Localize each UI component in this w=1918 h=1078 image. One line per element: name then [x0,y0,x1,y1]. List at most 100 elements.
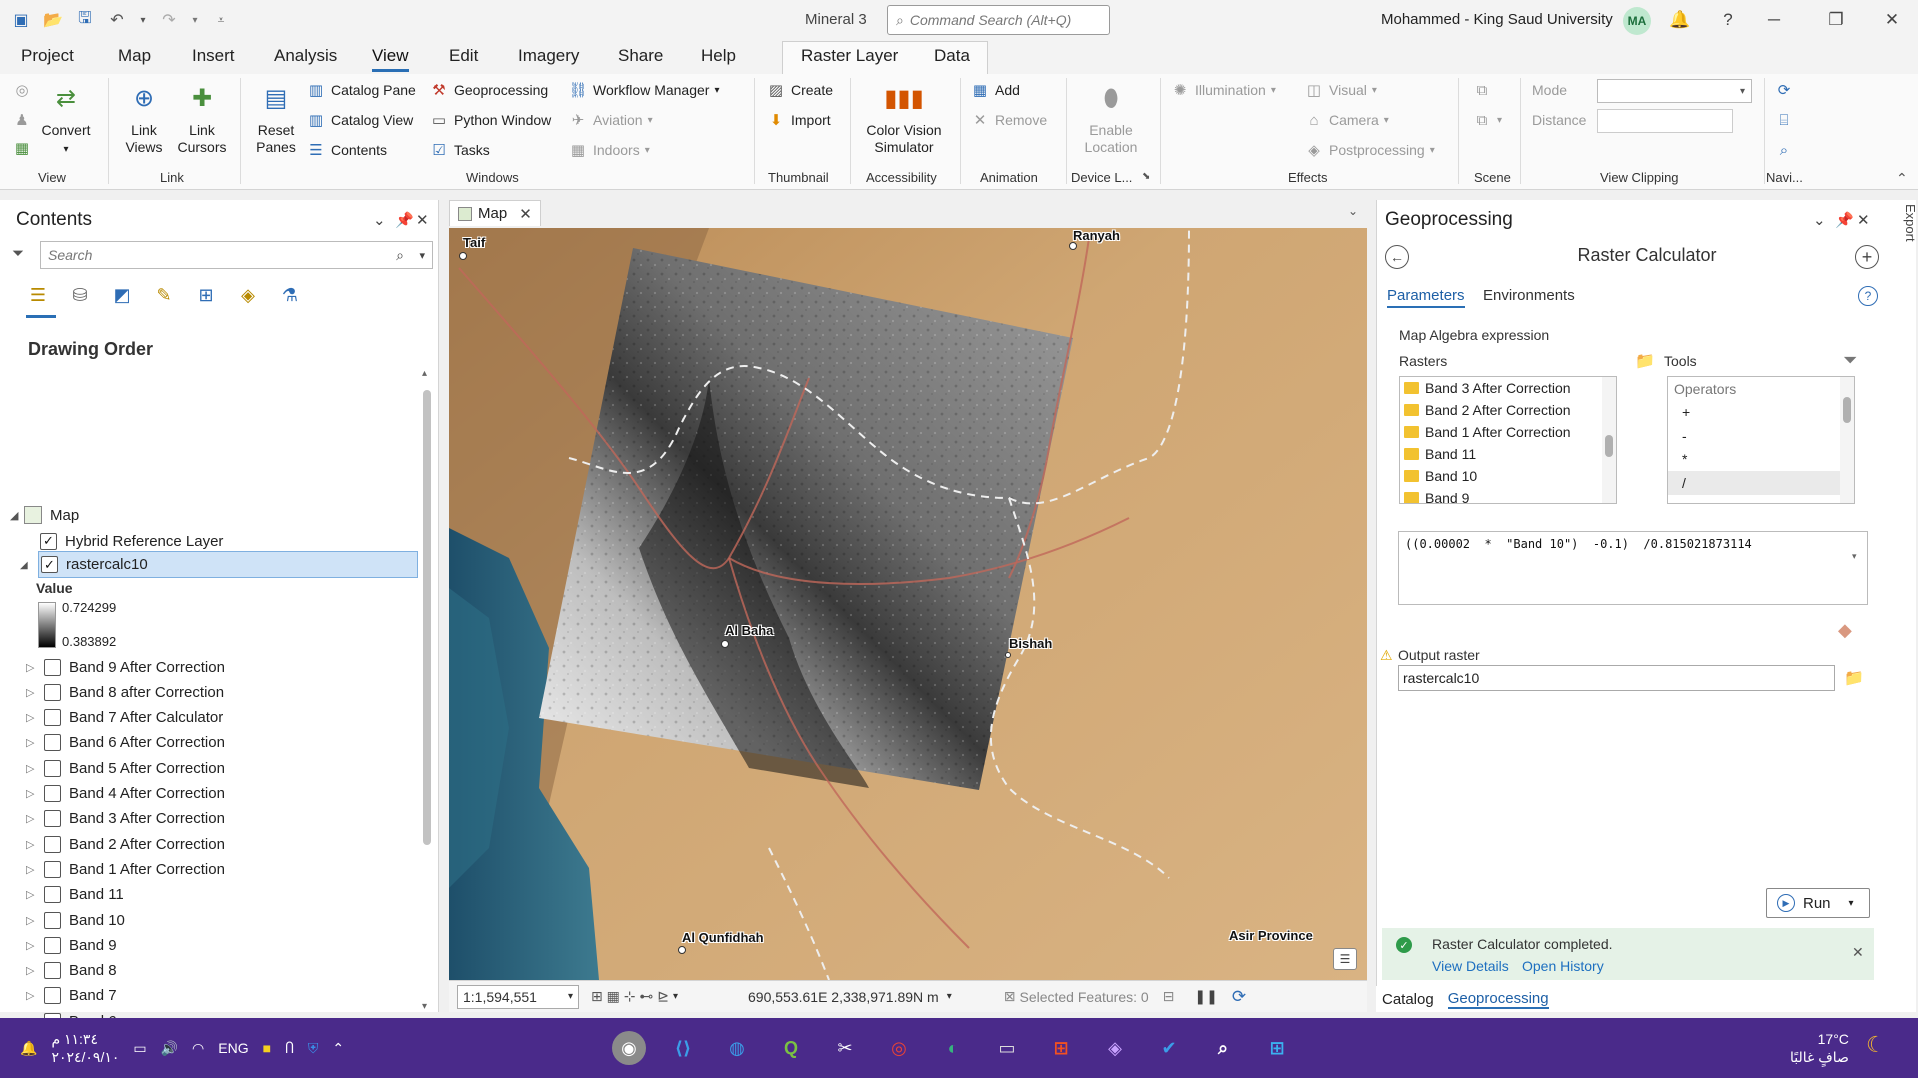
run-button[interactable]: ▶ Run ▾ [1766,888,1870,918]
contents-scrollbar[interactable]: ▴ ▾ [421,368,433,1012]
chevron-down-icon[interactable]: ▾ [1849,898,1854,909]
scene-layers-icon[interactable]: ⧉ [1472,80,1492,100]
scrollbar-thumb[interactable] [423,390,431,845]
output-raster-input[interactable]: rastercalc10 [1398,665,1835,691]
minimize-icon[interactable]: ─ [1762,8,1786,32]
collapse-ribbon-icon[interactable]: ⌃ [1896,170,1908,187]
expand-icon[interactable]: ▷ [26,661,40,674]
list-by-perspective-icon[interactable]: ⚗ [278,283,302,307]
map-grid-tools-icon[interactable]: ⊞ ▦ ⊹ ⊷ ⊵ [591,988,669,1005]
chrome-app-icon[interactable]: ◎ [882,1031,916,1065]
view-small-icon-2[interactable]: ♟ [12,110,32,130]
tab-geoprocessing[interactable]: Geoprocessing [1447,990,1549,1009]
edge-app-icon[interactable]: ◐ [936,1031,970,1065]
expand-icon[interactable]: ▷ [26,838,40,851]
layer-checkbox[interactable] [44,658,61,676]
list-by-labeling-icon[interactable]: ◈ [236,283,260,307]
new-project-icon[interactable]: ▣ [10,9,32,31]
clipping-distance-input[interactable] [1597,109,1733,133]
camera-snapshot-icon[interactable]: ⌸ [1774,110,1794,130]
scene-options-icon[interactable]: ⧉ ▾ [1472,110,1502,130]
avatar[interactable]: MA [1623,7,1651,35]
illumination-button[interactable]: ✺ Illumination ▾ [1170,80,1276,100]
list-by-snapping-icon[interactable]: ⊞ [194,283,218,307]
rasters-list[interactable]: Band 3 After Correction Band 2 After Corr… [1399,376,1617,504]
raster-list-item[interactable]: Band 9 [1400,487,1616,503]
remote-desktop-app-icon[interactable]: ▭ [990,1031,1024,1065]
link-cursors-button[interactable]: ✚ Link Cursors [174,78,230,156]
indoors-button[interactable]: ▦ Indoors ▾ [568,140,650,160]
operator-item[interactable]: - [1668,424,1854,448]
chevron-down-icon[interactable]: ▾ [419,249,425,262]
layer-checkbox[interactable] [44,759,61,777]
expand-icon[interactable]: ▷ [26,736,40,749]
expand-icon[interactable]: ▷ [26,964,40,977]
raster-list-item[interactable]: Band 1 After Correction [1400,421,1616,443]
back-icon[interactable]: ← [1385,245,1409,269]
redo-dropdown-icon[interactable]: ▾ [190,9,200,31]
convert-button[interactable]: ⇄ Convert ▾ [36,78,96,158]
view-small-icon-1[interactable]: ◎ [12,80,32,100]
raster-list-item[interactable]: Band 10 [1400,465,1616,487]
pane-options-icon[interactable]: ⌄ [1813,211,1826,229]
expand-icon[interactable]: ▷ [26,863,40,876]
filter-icon[interactable]: ⏷ [1843,350,1857,371]
customize-toolbar-icon[interactable]: ⩡ [210,9,232,31]
postprocessing-button[interactable]: ◈ Postprocessing ▾ [1304,140,1435,160]
collapse-icon[interactable]: ◢ [10,509,24,522]
raster-list-item[interactable]: Band 3 After Correction [1400,377,1616,399]
remove-animation-button[interactable]: ✕ Remove [970,110,1047,130]
browse-folder-icon[interactable]: 📁 [1635,351,1655,371]
restore-icon[interactable]: ❐ [1824,8,1848,32]
tab-edit[interactable]: Edit [449,46,478,66]
filter-icon[interactable]: ⏷ [12,245,24,262]
layer-checkbox[interactable] [44,987,61,1005]
layer-checkbox[interactable] [44,683,61,701]
rasters-scrollbar[interactable] [1602,377,1616,503]
vscode-app-icon[interactable]: ⟨⟩ [666,1031,700,1065]
save-project-icon[interactable]: 🖫 [74,9,96,31]
pause-drawing-icon[interactable]: ❚❚ [1194,988,1217,1005]
map-algebra-expression-input[interactable]: ((0.00002 * "Band 10") -0.1) /0.81502187… [1398,531,1868,605]
tab-insert[interactable]: Insert [192,46,235,66]
expand-icon[interactable]: ▷ [26,787,40,800]
dismiss-banner-icon[interactable]: ✕ [1852,944,1864,961]
expand-icon[interactable]: ▷ [26,686,40,699]
aviation-button[interactable]: ✈ Aviation ▾ [568,110,653,130]
start-menu-icon[interactable]: ⊞ [1260,1031,1294,1065]
layer-checkbox[interactable] [44,734,61,752]
help-icon[interactable]: ? [1858,286,1878,306]
expand-icon[interactable]: ▷ [26,939,40,952]
add-icon[interactable]: + [1855,245,1879,269]
import-thumbnail-button[interactable]: ⬇ Import [766,110,831,130]
tab-parameters[interactable]: Parameters [1387,287,1465,308]
add-animation-button[interactable]: ▦ Add [970,80,1020,100]
clock[interactable]: ١١:٣٤ م ٢٠٢٤/٠٩/١٠ [51,1030,119,1066]
workflow-manager-button[interactable]: ⛓ Workflow Manager ▾ [568,80,719,100]
tab-raster-layer[interactable]: Raster Layer [801,46,898,66]
show-hidden-icons-icon[interactable]: ⌃ [332,1040,344,1057]
layer-checkbox[interactable] [44,936,61,954]
layer-checkbox[interactable] [44,962,61,980]
reset-panes-button[interactable]: ▤ Reset Panes [248,78,304,156]
expand-icon[interactable]: ▷ [26,989,40,1002]
close-pane-icon[interactable]: ✕ [1857,211,1870,229]
view-details-link[interactable]: View Details [1432,958,1509,974]
geoprocessing-button[interactable]: ⚒ Geoprocessing [429,80,548,100]
catalog-pane-button[interactable]: ▥ Catalog Pane [306,80,416,100]
color-vision-simulator-button[interactable]: ▮▮▮ Color Vision Simulator [858,78,950,156]
list-by-source-icon[interactable]: ⛁ [68,283,92,307]
python-window-button[interactable]: ▭ Python Window [429,110,551,130]
notification-bell-icon[interactable]: 🔔 [1668,8,1692,32]
raster-list-item[interactable]: Band 11 [1400,443,1616,465]
qgis-app-icon[interactable]: Q [774,1031,808,1065]
tab-share[interactable]: Share [618,46,663,66]
list-by-selection-icon[interactable]: ◩ [110,283,134,307]
map-chat-icon[interactable]: ☰ [1333,948,1357,970]
link-views-button[interactable]: ⊕ Link Views [116,78,172,156]
browse-folder-icon[interactable]: 📁 [1844,668,1864,688]
operator-item[interactable]: * [1668,448,1854,472]
chevron-down-icon[interactable]: ▾ [947,991,952,1002]
visual-button[interactable]: ◫ Visual ▾ [1304,80,1377,100]
map-view[interactable]: Taif Ranyah Al Baha Bishah Al Qunfidhah … [449,228,1367,980]
